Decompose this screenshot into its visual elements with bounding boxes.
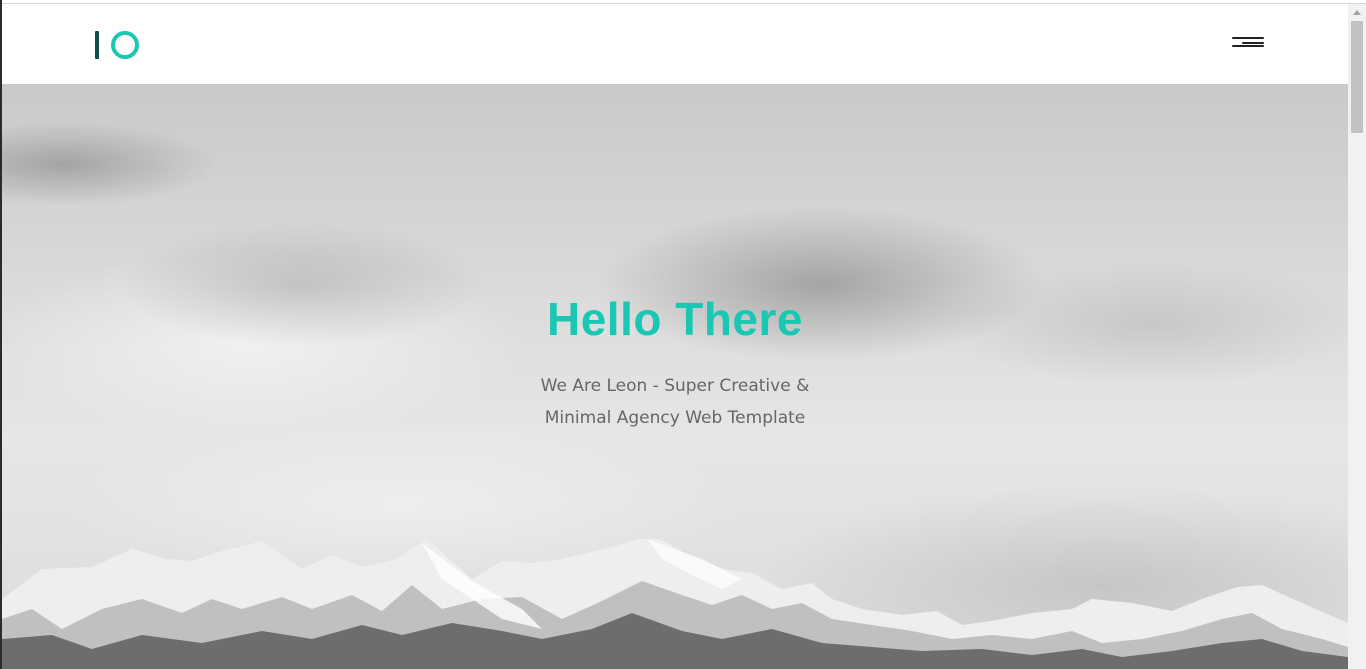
scrollbar-thumb[interactable] xyxy=(1351,21,1363,133)
menu-line-bottom xyxy=(1232,45,1264,47)
browser-viewport: Hello There We Are Leon - Super Creative… xyxy=(0,0,1366,669)
scroll-up-arrow-icon[interactable] xyxy=(1348,4,1366,21)
menu-line-top xyxy=(1232,37,1264,39)
hero-content: Hello There We Are Leon - Super Creative… xyxy=(2,294,1348,434)
hero-title: Hello There xyxy=(546,293,803,345)
hero-subtitle: We Are Leon - Super Creative & Minimal A… xyxy=(540,376,810,428)
hero-section: Hello There We Are Leon - Super Creative… xyxy=(2,84,1348,669)
vertical-scrollbar[interactable] xyxy=(1348,4,1366,669)
logo-bar-mark xyxy=(95,31,99,59)
hamburger-menu-icon[interactable] xyxy=(1230,34,1264,50)
site-header xyxy=(2,4,1348,84)
logo-ring-mark xyxy=(111,31,139,59)
menu-line-middle xyxy=(1242,42,1264,44)
window-left-edge xyxy=(0,0,2,669)
logo[interactable] xyxy=(95,30,141,62)
mountain-range-image xyxy=(2,539,1348,669)
